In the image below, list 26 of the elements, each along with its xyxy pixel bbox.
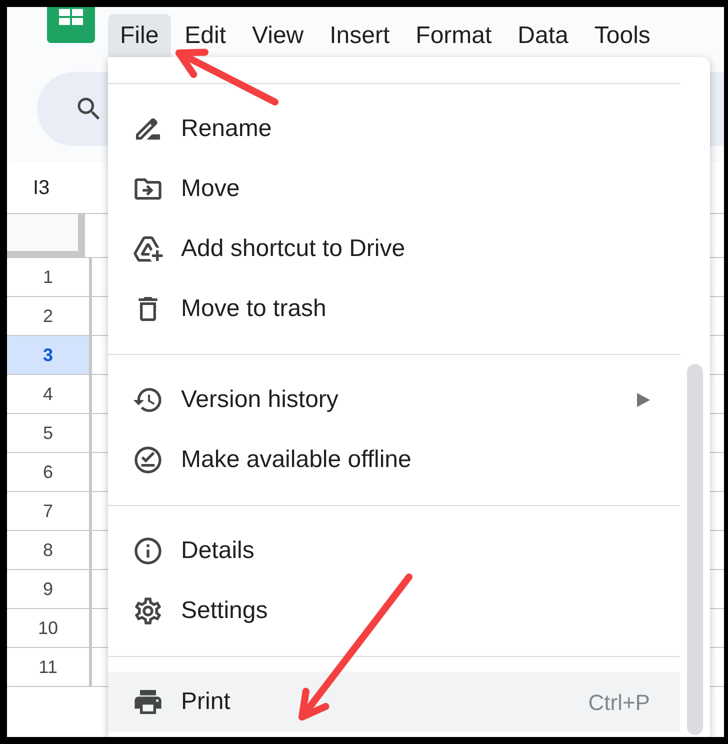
menu-item[interactable]: Version history [108, 370, 680, 430]
menu-tab[interactable]: Data [506, 14, 580, 57]
scrollbar-thumb[interactable] [687, 364, 703, 735]
row-header[interactable]: 3 [7, 336, 92, 374]
menu-item[interactable]: Print Ctrl+P [108, 672, 680, 732]
menu-item[interactable]: Details [108, 521, 680, 581]
menu-tab[interactable]: Tools [582, 14, 662, 57]
corner-cell[interactable] [7, 214, 85, 257]
menu-item[interactable]: Make available offline [108, 430, 680, 490]
menu-item[interactable]: Move to trash [108, 279, 680, 339]
menu-item[interactable]: Settings [108, 581, 680, 641]
sheets-logo[interactable] [47, 7, 95, 44]
offline-check-icon [132, 444, 164, 476]
menu-tab[interactable]: View [240, 14, 316, 57]
shortcut-text: Ctrl+P [588, 688, 650, 716]
menu-tab[interactable]: File [108, 14, 171, 57]
settings-icon [132, 595, 164, 627]
menu-tab[interactable]: Insert [318, 14, 402, 57]
menu-item[interactable]: Add shortcut to Drive [108, 219, 680, 279]
submenu-arrow-icon [637, 393, 650, 407]
menu-tab[interactable]: Edit [172, 14, 238, 57]
menu-item[interactable]: Move [108, 159, 680, 219]
menu-tab[interactable]: Format [404, 14, 504, 57]
name-box[interactable]: I3 [33, 172, 50, 202]
info-icon [132, 535, 164, 567]
menu-item[interactable]: Rename [108, 99, 680, 159]
